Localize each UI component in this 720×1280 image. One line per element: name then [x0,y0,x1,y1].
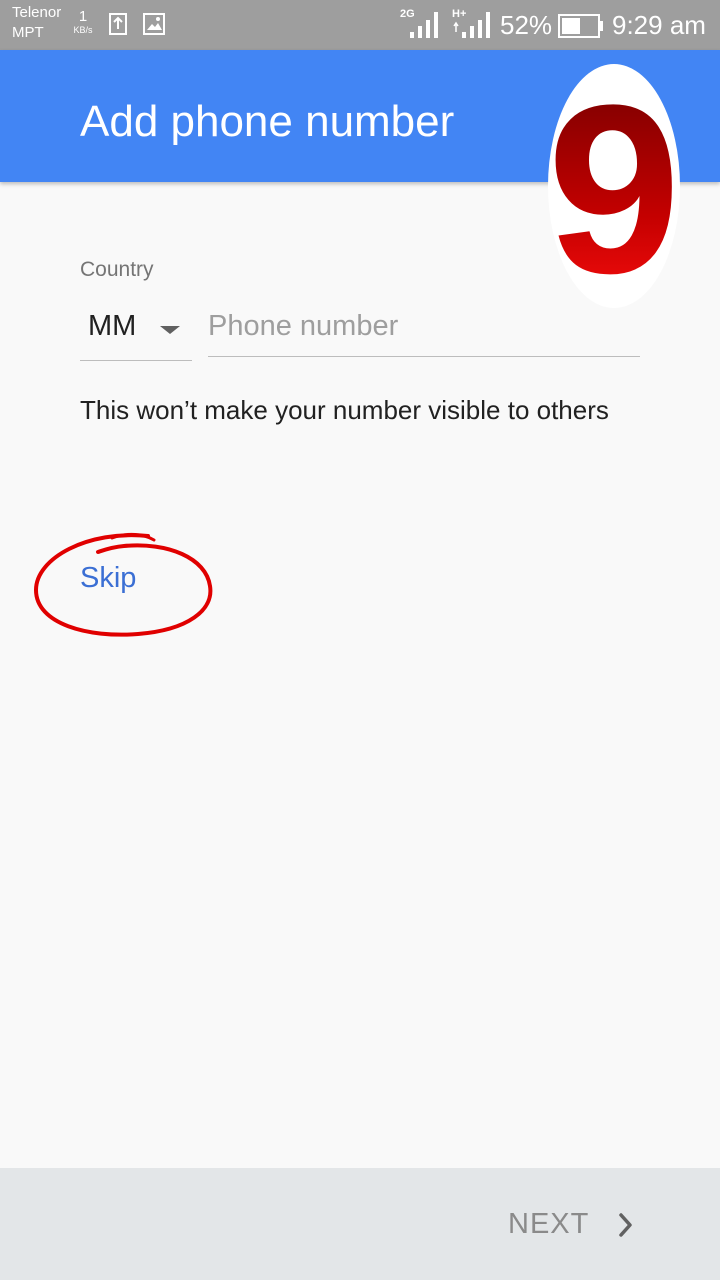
battery-percentage: 52% [500,10,553,40]
status-bar: Telenor MPT 1 KB/s 2G H+ 52% 9:29 am [0,0,720,50]
country-dropdown[interactable]: MM [80,300,192,361]
usb-upload-icon [108,12,128,41]
carrier-line-1: Telenor [12,4,62,21]
network-speed-unit: KB/s [73,25,93,35]
privacy-hint: This won’t make your number visible to o… [80,395,609,425]
next-button[interactable]: NEXT [500,1200,650,1250]
country-code: MM [88,310,137,342]
battery-icon [558,14,604,43]
battery-fill [562,18,580,34]
bottom-bar: NEXT [0,1168,720,1280]
clock: 9:29 am [612,10,706,40]
dropdown-arrow-icon [160,326,180,334]
carrier-name: Telenor MPT [12,3,61,43]
page-title: Add phone number [80,97,455,146]
skip-link[interactable]: Skip [80,562,136,595]
phone-number-field[interactable] [208,300,640,357]
network-speed: 1 KB/s [68,8,98,36]
country-label: Country [80,258,154,281]
step-number-badge: 9 [547,55,680,323]
step-number: 9 [548,64,680,308]
gallery-icon [142,12,166,41]
phone-number-input[interactable] [208,304,628,348]
carrier-line-2: MPT [12,24,44,41]
chevron-right-icon [619,1213,632,1237]
next-button-label: NEXT [508,1208,590,1240]
network-speed-value: 1 [78,8,88,25]
